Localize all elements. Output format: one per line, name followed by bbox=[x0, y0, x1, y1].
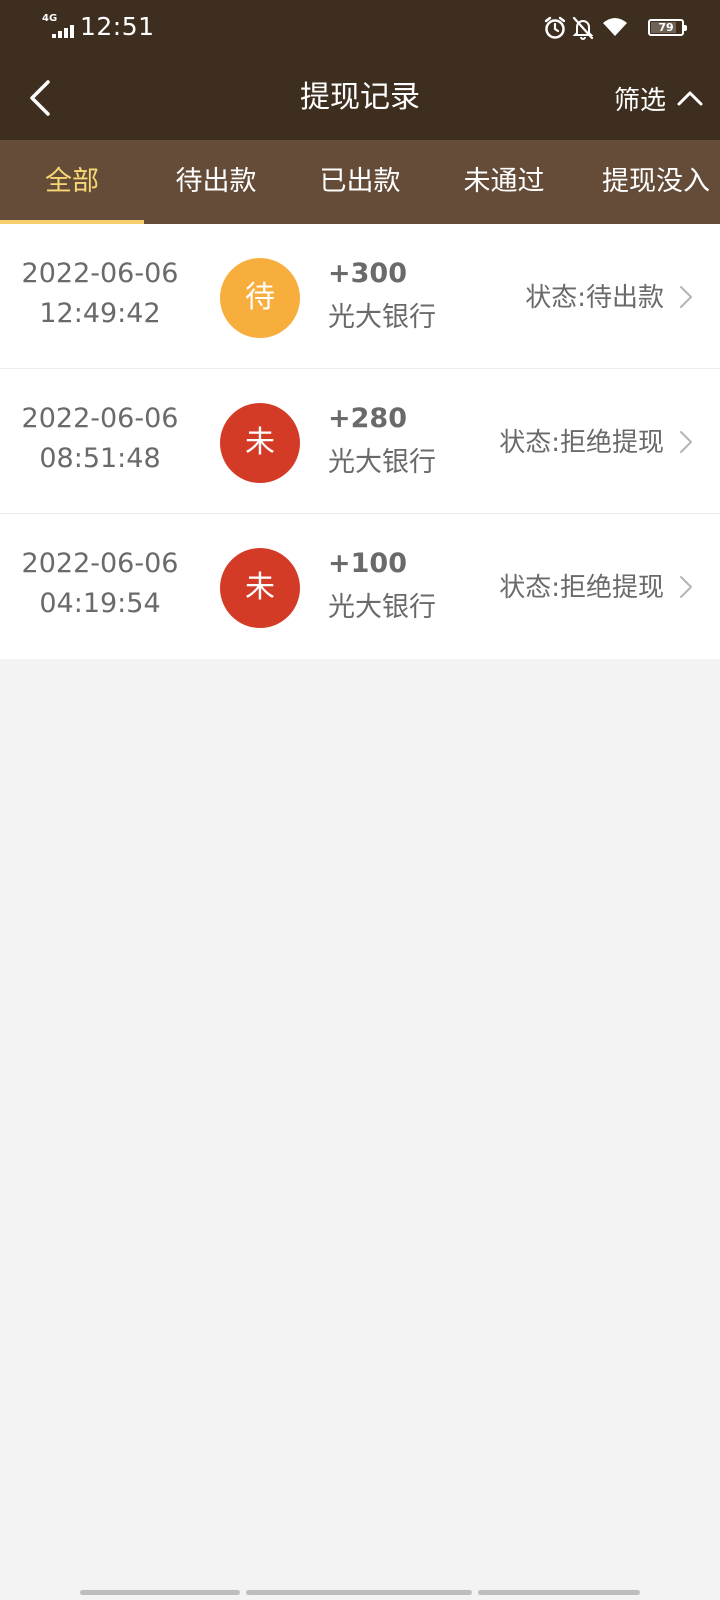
record-time: 04:19:54 bbox=[39, 588, 161, 619]
chevron-right-icon bbox=[680, 286, 692, 308]
filter-label: 筛选 bbox=[613, 85, 666, 116]
tab-bar: 全部 待出款 已出款 未通过 提现没入 bbox=[0, 140, 720, 224]
record-bank: 光大银行 bbox=[328, 447, 436, 478]
record-date: 2022-06-06 bbox=[21, 548, 179, 579]
record-datetime: 2022-06-06 08:51:48 bbox=[0, 399, 200, 479]
tab-pending-payout[interactable]: 待出款 bbox=[144, 140, 288, 224]
record-date: 2022-06-06 bbox=[21, 403, 179, 434]
record-time: 12:49:42 bbox=[39, 298, 161, 329]
status-badge: 未 bbox=[220, 403, 300, 483]
tab-paid-out[interactable]: 已出款 bbox=[288, 140, 432, 224]
list-item[interactable]: 2022-06-06 04:19:54 未 +100 光大银行 状态:拒绝提现 bbox=[0, 514, 720, 659]
record-time: 08:51:48 bbox=[39, 443, 161, 474]
status-badge: 待 bbox=[220, 258, 300, 338]
record-bank: 光大银行 bbox=[328, 302, 436, 333]
record-status: 状态:待出款 bbox=[525, 283, 664, 313]
tab-rejected[interactable]: 未通过 bbox=[432, 140, 576, 224]
record-bank: 光大银行 bbox=[328, 592, 436, 623]
status-badge: 未 bbox=[220, 548, 300, 628]
network-type: 4G bbox=[42, 13, 58, 24]
chevron-right-icon bbox=[680, 576, 692, 598]
record-datetime: 2022-06-06 12:49:42 bbox=[0, 254, 200, 334]
status-time: 12:51 bbox=[80, 12, 155, 41]
home-indicator bbox=[0, 1590, 720, 1596]
status-bar: 4G 12:51 79 bbox=[0, 0, 720, 56]
nav-bar: 提现记录 筛选 bbox=[0, 56, 720, 140]
record-amount: +300 bbox=[328, 258, 407, 289]
record-datetime: 2022-06-06 04:19:54 bbox=[0, 544, 200, 624]
tab-not-credited[interactable]: 提现没入 bbox=[576, 140, 720, 224]
record-amount: +280 bbox=[328, 403, 407, 434]
withdrawal-record-list: 2022-06-06 12:49:42 待 +300 光大银行 状态:待出款 2… bbox=[0, 224, 720, 659]
wifi-icon bbox=[603, 18, 627, 36]
cellular-signal-icon: 4G bbox=[42, 14, 74, 40]
alarm-icon bbox=[544, 16, 566, 39]
list-item[interactable]: 2022-06-06 12:49:42 待 +300 光大银行 状态:待出款 bbox=[0, 224, 720, 369]
chevron-right-icon bbox=[680, 431, 692, 453]
record-status: 状态:拒绝提现 bbox=[499, 428, 664, 458]
record-amount: +100 bbox=[328, 548, 407, 579]
tab-all[interactable]: 全部 bbox=[0, 140, 144, 224]
page-title: 提现记录 bbox=[300, 80, 420, 115]
list-item[interactable]: 2022-06-06 08:51:48 未 +280 光大银行 状态:拒绝提现 bbox=[0, 369, 720, 514]
mute-bell-icon bbox=[572, 16, 594, 40]
record-status: 状态:拒绝提现 bbox=[499, 573, 664, 603]
record-date: 2022-06-06 bbox=[21, 258, 179, 289]
battery-icon: 79 bbox=[648, 19, 687, 36]
battery-level: 79 bbox=[658, 21, 674, 34]
chevron-up-icon bbox=[677, 91, 703, 106]
status-icons: 79 bbox=[544, 16, 687, 40]
filter-button[interactable]: 筛选 bbox=[614, 56, 704, 140]
